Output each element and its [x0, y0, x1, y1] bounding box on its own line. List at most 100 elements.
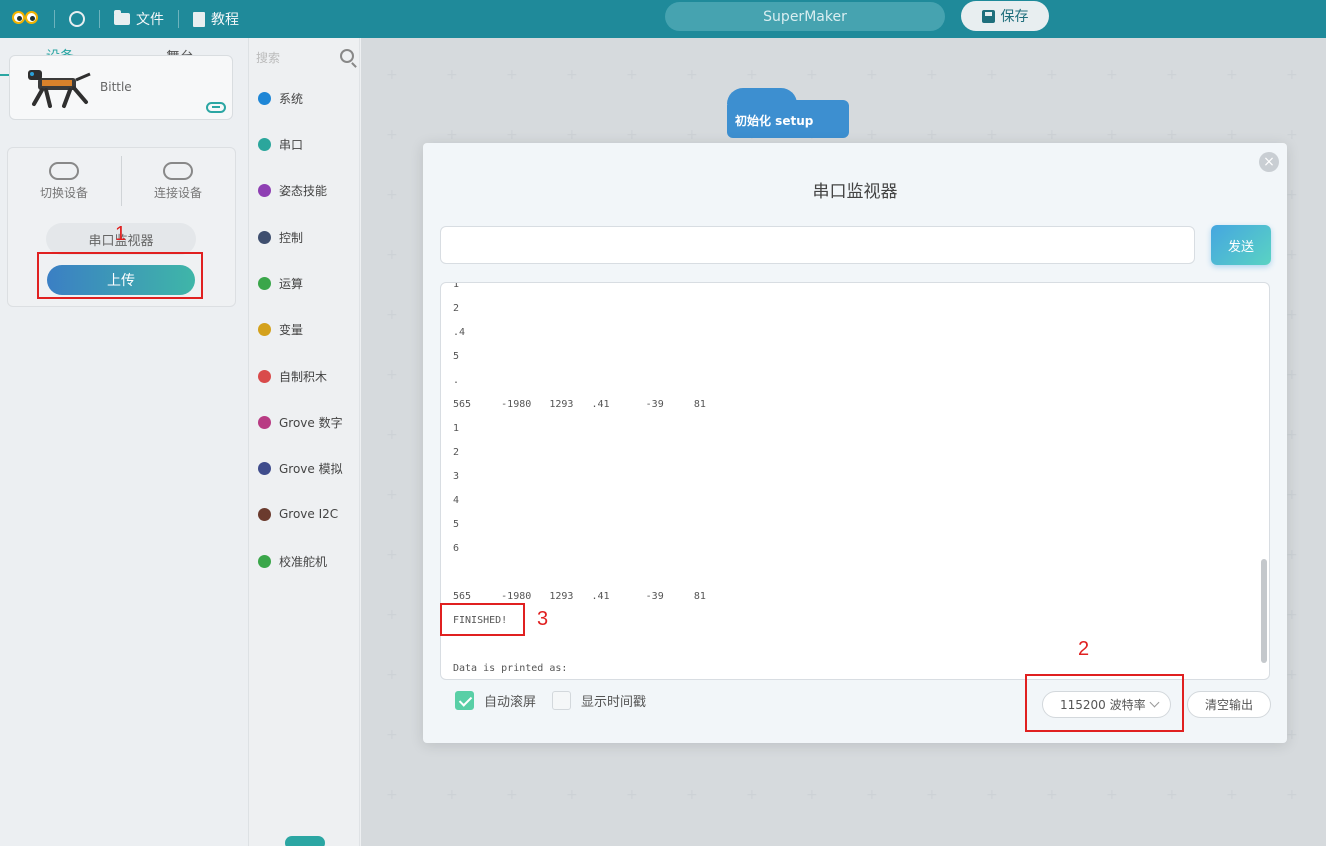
annotation-box-3 [440, 603, 525, 636]
category-item[interactable]: 系统 [258, 90, 303, 107]
link-icon[interactable] [206, 102, 226, 113]
category-color-dot [258, 92, 271, 105]
timestamp-checkbox[interactable]: 显示时间戳 [552, 691, 646, 710]
grid-plus-mark: + [1166, 127, 1178, 143]
grid-plus-mark: + [986, 127, 998, 143]
checkbox-checked-icon [455, 691, 474, 710]
grid-plus-mark: + [626, 127, 638, 143]
output-line: 2 [453, 303, 460, 314]
grid-plus-mark: + [866, 67, 878, 83]
divider [99, 10, 100, 28]
device-card[interactable]: Bittle [9, 55, 233, 120]
output-line: 5 [453, 519, 460, 530]
category-label: 控制 [279, 231, 304, 245]
category-label: Grove 数字 [279, 416, 343, 430]
grid-plus-mark: + [1046, 127, 1058, 143]
grid-plus-mark: + [1286, 667, 1298, 683]
save-label: 保存 [1000, 9, 1029, 25]
tutorial-menu[interactable]: 教程 [193, 9, 239, 29]
grid-plus-mark: + [446, 127, 458, 143]
category-color-dot [258, 555, 271, 568]
files-label: 文件 [136, 12, 164, 28]
annotation-number-3: 3 [537, 608, 549, 630]
grid-plus-mark: + [1286, 127, 1298, 143]
output-line: 1 [453, 423, 460, 434]
divider [54, 10, 55, 28]
bittle-robot-image [28, 70, 91, 108]
send-button[interactable]: 发送 [1211, 225, 1271, 265]
grid-plus-mark: + [566, 67, 578, 83]
close-icon[interactable]: × [1259, 152, 1279, 172]
grid-plus-mark: + [926, 67, 938, 83]
output-line: 565 -1980 1293 .41 -39 81 [453, 399, 706, 410]
grid-plus-mark: + [386, 127, 398, 143]
category-scroll-handle[interactable] [285, 836, 325, 846]
category-item[interactable]: Grove 数字 [258, 414, 343, 431]
output-scrollbar[interactable] [1261, 559, 1267, 663]
setup-block[interactable]: 初始化 setup [727, 88, 849, 138]
category-color-dot [258, 462, 271, 475]
output-line: 1 [453, 282, 460, 290]
category-item[interactable]: 变量 [258, 321, 303, 338]
serial-send-input[interactable] [440, 226, 1195, 264]
annotation-number-2: 2 [1078, 638, 1090, 660]
serial-output[interactable]: 1 2 .4 5. 565 -1980 1293 .41 -39 81 1 2 3 4 5 6 565… [440, 282, 1270, 680]
grid-plus-mark: + [386, 307, 398, 323]
annotation-box-1 [37, 252, 203, 299]
clear-output-button[interactable]: 清空输出 [1187, 691, 1271, 718]
serial-monitor-dialog: × 串口监视器 发送 1 2 .4 5. 565 -1980 1293 .41 -39 … [423, 143, 1287, 743]
grid-plus-mark: + [746, 787, 758, 803]
save-button[interactable]: 保存 [961, 1, 1049, 31]
grid-plus-mark: + [386, 607, 398, 623]
grid-plus-mark: + [866, 127, 878, 143]
switch-device-button[interactable]: 切换设备 [14, 162, 114, 201]
category-color-dot [258, 370, 271, 383]
connect-icon [163, 162, 193, 180]
search-icon[interactable] [340, 49, 354, 63]
category-item[interactable]: Grove 模拟 [258, 460, 343, 477]
setup-block-label: 初始化 setup [735, 114, 814, 128]
grid-plus-mark: + [386, 487, 398, 503]
auto-scroll-label: 自动滚屏 [484, 695, 537, 710]
output-line: 5 [453, 351, 460, 362]
grid-plus-mark: + [446, 787, 458, 803]
grid-plus-mark: + [386, 187, 398, 203]
connect-device-button[interactable]: 连接设备 [128, 162, 228, 201]
grid-plus-mark: + [1286, 547, 1298, 563]
category-item[interactable]: 自制积木 [258, 368, 327, 385]
connect-device-label: 连接设备 [153, 186, 202, 200]
category-item[interactable]: 姿态技能 [258, 182, 327, 199]
grid-plus-mark: + [1106, 67, 1118, 83]
project-name-input[interactable]: SuperMaker [665, 2, 945, 31]
grid-plus-mark: + [386, 247, 398, 263]
category-label: 姿态技能 [279, 184, 328, 198]
grid-plus-mark: + [1226, 127, 1238, 143]
category-label: 串口 [279, 138, 304, 152]
category-label: 校准舵机 [279, 555, 328, 569]
category-item[interactable]: 控制 [258, 229, 303, 246]
grid-plus-mark: + [1046, 67, 1058, 83]
category-search[interactable]: 搜索 [256, 46, 360, 68]
category-color-dot [258, 277, 271, 290]
output-line: 3 [453, 471, 460, 482]
category-label: Grove 模拟 [279, 462, 343, 476]
files-menu[interactable]: 文件 [114, 9, 164, 29]
grid-plus-mark: + [1286, 727, 1298, 743]
category-color-dot [258, 416, 271, 429]
device-name: Bittle [100, 80, 132, 94]
category-item[interactable]: 运算 [258, 275, 303, 292]
divider [178, 10, 179, 28]
folder-icon [114, 10, 130, 25]
grid-plus-mark: + [1286, 487, 1298, 503]
app-logo[interactable] [12, 8, 40, 30]
language-button[interactable] [69, 11, 85, 27]
category-item[interactable]: Grove I2C [258, 507, 338, 521]
category-item[interactable]: 串口 [258, 136, 303, 153]
category-item[interactable]: 校准舵机 [258, 553, 327, 570]
grid-plus-mark: + [926, 787, 938, 803]
grid-plus-mark: + [1046, 787, 1058, 803]
auto-scroll-checkbox[interactable]: 自动滚屏 [455, 691, 536, 710]
grid-plus-mark: + [1106, 787, 1118, 803]
grid-plus-mark: + [386, 727, 398, 743]
grid-plus-mark: + [686, 67, 698, 83]
